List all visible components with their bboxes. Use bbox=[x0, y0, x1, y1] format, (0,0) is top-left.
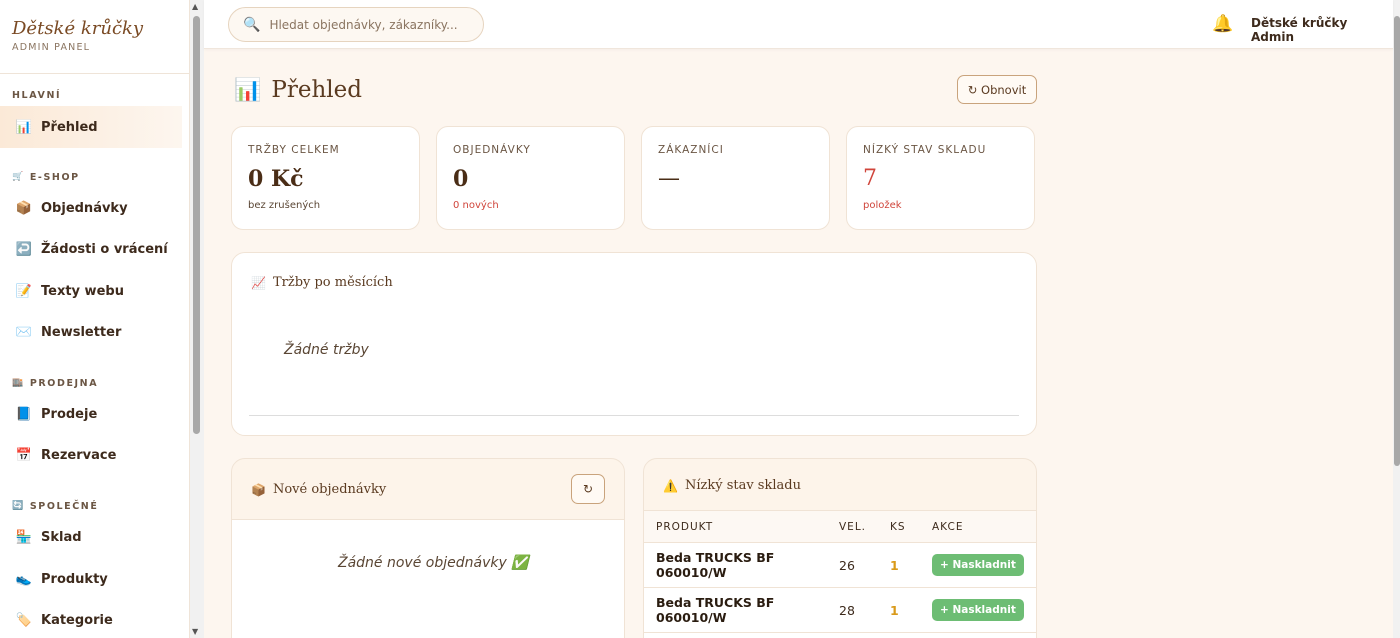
stat-card-revenue: TRŽBY CELKEM 0 Kč bez zrušených bbox=[231, 126, 420, 230]
divider bbox=[232, 519, 624, 520]
sidebar-item-web-texts[interactable]: 📝 Texty webu bbox=[0, 270, 182, 312]
chart-baseline bbox=[249, 415, 1019, 416]
cart-icon: 🛒 bbox=[12, 172, 25, 182]
stat-value: 0 bbox=[453, 166, 469, 192]
store-icon: 🏬 bbox=[12, 378, 25, 388]
stat-value: 0 Kč bbox=[248, 166, 304, 192]
sidebar-item-label: Přehled bbox=[41, 119, 98, 135]
table-row: Beda TRUCKS BF 060010/W 26 1 + Naskladni… bbox=[644, 542, 1036, 588]
brand-title: Dětské krůčky bbox=[12, 18, 144, 39]
orders-empty-text: Žádné nové objednávky ✅ bbox=[338, 555, 529, 571]
search-box[interactable]: 🔍 bbox=[228, 7, 484, 42]
sidebar-item-sales[interactable]: 📘 Prodeje bbox=[0, 393, 182, 435]
stat-sub: 0 nových bbox=[453, 200, 499, 211]
return-icon: ↩️ bbox=[15, 241, 33, 257]
sidebar-item-products[interactable]: 👟 Produkty bbox=[0, 558, 182, 600]
product-name: Beda TRUCKS BF 060010/W bbox=[644, 587, 839, 633]
sidebar-item-orders[interactable]: 📦 Objednávky bbox=[0, 187, 182, 229]
stat-label: NÍZKÝ STAV SKLADU bbox=[863, 144, 987, 156]
memo-icon: 📝 bbox=[15, 283, 33, 299]
sidebar-item-newsletter[interactable]: ✉️ Newsletter bbox=[0, 311, 182, 353]
sidebar-item-reservations[interactable]: 📅 Rezervace bbox=[0, 434, 182, 476]
shoe-icon: 👟 bbox=[15, 571, 33, 587]
scroll-down-icon[interactable]: ▼ bbox=[192, 627, 198, 636]
sidebar-item-warehouse[interactable]: 🏪 Sklad bbox=[0, 516, 182, 558]
column-header: AKCE bbox=[932, 510, 1036, 543]
brand[interactable]: Dětské krůčky ADMIN PANEL bbox=[0, 0, 189, 74]
chart-icon: 📊 bbox=[15, 119, 33, 135]
sidebar-item-label: Sklad bbox=[41, 529, 82, 545]
brand-subtitle: ADMIN PANEL bbox=[12, 42, 91, 53]
revenue-card-title: 📈 Tržby po měsících bbox=[251, 275, 393, 290]
page-title-text: Přehled bbox=[271, 77, 362, 103]
orders-refresh-button[interactable]: ↻ bbox=[571, 474, 605, 504]
nav-section-eshop: 🛒 E-SHOP bbox=[12, 171, 80, 183]
product-qty: 1 bbox=[890, 587, 932, 633]
chart-icon: 📊 bbox=[234, 77, 262, 103]
page-title: 📊 Přehled bbox=[234, 77, 362, 103]
stat-label: ZÁKAZNÍCI bbox=[658, 144, 724, 156]
search-icon: 🔍 bbox=[243, 16, 261, 33]
sidebar-item-label: Newsletter bbox=[41, 324, 122, 340]
table-header-row: PRODUKT VEL. KS AKCE bbox=[644, 510, 1036, 543]
product-size: 26 bbox=[839, 542, 890, 588]
product-qty: 1 bbox=[890, 542, 932, 588]
sidebar-item-label: Produkty bbox=[41, 571, 108, 587]
envelope-icon: ✉️ bbox=[15, 324, 33, 340]
stat-value: — bbox=[658, 166, 680, 191]
sidebar-item-returns[interactable]: ↩️ Žádosti o vrácení bbox=[0, 228, 182, 270]
package-icon: 📦 bbox=[251, 482, 266, 497]
stat-label: TRŽBY CELKEM bbox=[248, 144, 340, 156]
sync-icon: 🔄 bbox=[12, 501, 25, 511]
sidebar-item-overview[interactable]: 📊 Přehled bbox=[0, 106, 182, 148]
stat-value: 7 bbox=[863, 166, 877, 191]
stat-card-orders: OBJEDNÁVKY 0 0 nových bbox=[436, 126, 625, 230]
sidebar-item-label: Texty webu bbox=[41, 283, 124, 299]
sidebar: Dětské krůčky ADMIN PANEL HLAVNÍ 📊 Přehl… bbox=[0, 0, 190, 638]
column-header: PRODUKT bbox=[644, 510, 839, 543]
sidebar-item-label: Prodeje bbox=[41, 406, 98, 422]
topbar: 🔍 🔔 Dětské krůčky Admin bbox=[204, 0, 1393, 49]
sidebar-item-label: Žádosti o vrácení bbox=[41, 241, 168, 257]
product-name: Beda TRUCKS BF 060010/W bbox=[644, 542, 839, 588]
stat-card-low-stock: NÍZKÝ STAV SKLADU 7 položek bbox=[846, 126, 1035, 230]
column-header: VEL. bbox=[839, 510, 890, 543]
chart-up-icon: 📈 bbox=[251, 275, 266, 290]
page-scroll-thumb[interactable] bbox=[1394, 16, 1400, 466]
package-icon: 📦 bbox=[15, 200, 33, 216]
nav-section-store: 🏬 PRODEJNA bbox=[12, 377, 99, 389]
user-name[interactable]: Dětské krůčky Admin bbox=[1251, 16, 1393, 44]
bell-icon[interactable]: 🔔 bbox=[1212, 14, 1233, 34]
column-header: KS bbox=[890, 510, 932, 543]
sidebar-item-label: Kategorie bbox=[41, 612, 113, 628]
new-orders-title: 📦 Nové objednávky bbox=[251, 482, 387, 497]
low-stock-table: PRODUKT VEL. KS AKCE Beda TRUCKS BF 0600… bbox=[644, 510, 1036, 633]
low-stock-title: ⚠️ Nízký stav skladu bbox=[663, 478, 801, 493]
nav-section-main: HLAVNÍ bbox=[12, 89, 62, 101]
tag-icon: 🏷️ bbox=[15, 612, 33, 628]
book-icon: 📘 bbox=[15, 406, 33, 422]
warehouse-icon: 🏪 bbox=[15, 529, 33, 545]
scroll-up-icon[interactable]: ▲ bbox=[192, 2, 198, 11]
stat-sub: bez zrušených bbox=[248, 200, 321, 211]
restock-button[interactable]: + Naskladnit bbox=[932, 599, 1024, 621]
warning-icon: ⚠️ bbox=[663, 478, 678, 493]
sidebar-item-categories[interactable]: 🏷️ Kategorie bbox=[0, 599, 182, 638]
nav-section-shared: 🔄 SPOLEČNÉ bbox=[12, 500, 99, 512]
table-row: Beda TRUCKS BF 060010/W 28 1 + Naskladni… bbox=[644, 587, 1036, 633]
restock-button[interactable]: + Naskladnit bbox=[932, 554, 1024, 576]
refresh-button[interactable]: ↻ Obnovit bbox=[957, 75, 1037, 104]
revenue-empty-text: Žádné tržby bbox=[284, 342, 369, 358]
stat-sub: položek bbox=[863, 200, 902, 211]
sidebar-item-label: Objednávky bbox=[41, 200, 128, 216]
search-input[interactable] bbox=[269, 17, 460, 32]
stat-card-customers: ZÁKAZNÍCI — bbox=[641, 126, 830, 230]
product-size: 28 bbox=[839, 587, 890, 633]
stat-label: OBJEDNÁVKY bbox=[453, 144, 531, 156]
calendar-icon: 📅 bbox=[15, 447, 33, 463]
sidebar-scroll-thumb[interactable] bbox=[193, 16, 200, 434]
sidebar-item-label: Rezervace bbox=[41, 447, 117, 463]
